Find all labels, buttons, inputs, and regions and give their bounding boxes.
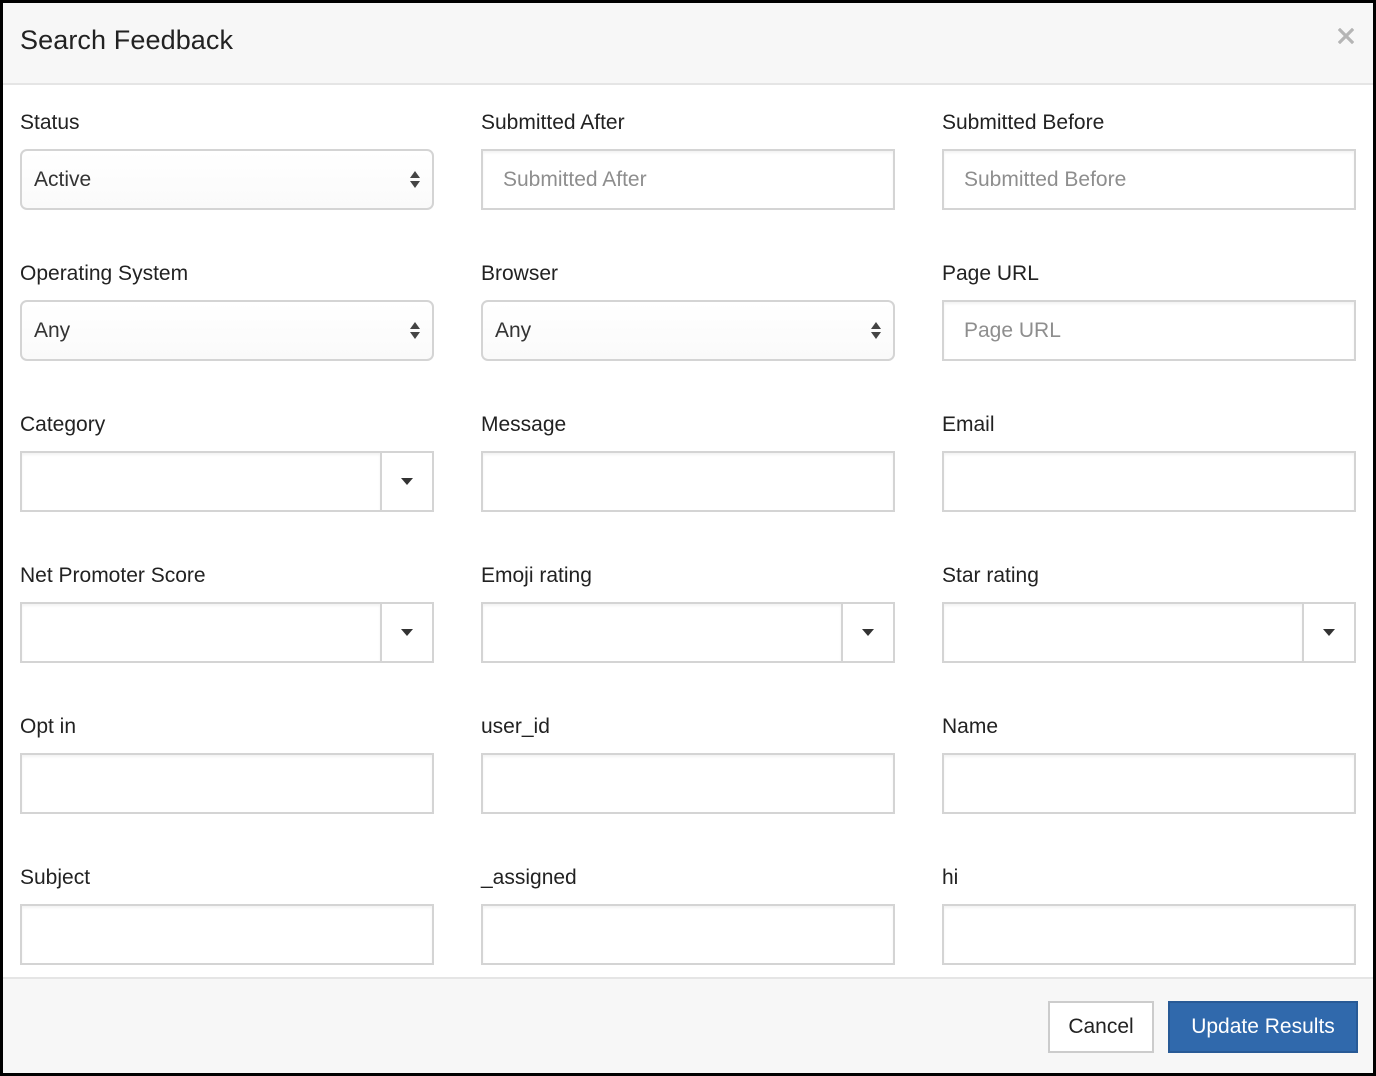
name-input[interactable] — [942, 753, 1356, 814]
browser-select-value: Any — [495, 318, 532, 342]
net-promoter-score-dropdown-toggle[interactable] — [380, 604, 432, 661]
operating-system-label: Operating System — [20, 262, 189, 285]
modal-body: Status Active Submitted After Submitted … — [3, 85, 1373, 977]
modal-footer: Cancel Update Results — [3, 977, 1373, 1073]
submitted-before-input[interactable] — [942, 149, 1356, 210]
browser-select[interactable]: Any — [481, 300, 895, 361]
hi-input[interactable] — [942, 904, 1356, 965]
net-promoter-score-input[interactable] — [22, 604, 380, 661]
emoji-rating-combobox — [481, 602, 895, 663]
email-input[interactable] — [942, 451, 1356, 512]
select-updown-icon — [410, 171, 420, 188]
star-rating-label: Star rating — [942, 564, 1039, 587]
emoji-rating-input[interactable] — [483, 604, 841, 661]
submitted-before-label: Submitted Before — [942, 111, 1105, 134]
net-promoter-score-combobox — [20, 602, 434, 663]
category-combobox — [20, 451, 434, 512]
update-results-button[interactable]: Update Results — [1168, 1001, 1358, 1053]
page-url-label: Page URL — [942, 262, 1039, 285]
close-icon — [1338, 28, 1354, 44]
emoji-rating-label: Emoji rating — [481, 564, 592, 587]
user-id-label: user_id — [481, 715, 550, 738]
submitted-after-input[interactable] — [481, 149, 895, 210]
search-feedback-modal: Search Feedback Status Active Submitted … — [3, 3, 1373, 1073]
subject-label: Subject — [20, 866, 91, 889]
close-button[interactable] — [1333, 23, 1359, 49]
user-id-input[interactable] — [481, 753, 895, 814]
category-label: Category — [20, 413, 106, 436]
page-url-input[interactable] — [942, 300, 1356, 361]
caret-down-icon — [401, 478, 413, 485]
assigned-label: _assigned — [481, 866, 577, 889]
star-rating-dropdown-toggle[interactable] — [1302, 604, 1354, 661]
modal-title: Search Feedback — [20, 25, 234, 55]
assigned-input[interactable] — [481, 904, 895, 965]
emoji-rating-dropdown-toggle[interactable] — [841, 604, 893, 661]
hi-label: hi — [942, 866, 959, 889]
net-promoter-score-label: Net Promoter Score — [20, 564, 206, 587]
star-rating-input[interactable] — [944, 604, 1302, 661]
opt-in-label: Opt in — [20, 715, 77, 738]
name-label: Name — [942, 715, 999, 738]
status-label: Status — [20, 111, 80, 134]
category-input[interactable] — [22, 453, 380, 510]
email-label: Email — [942, 413, 995, 436]
status-select[interactable]: Active — [20, 149, 434, 210]
subject-input[interactable] — [20, 904, 434, 965]
category-dropdown-toggle[interactable] — [380, 453, 432, 510]
star-rating-combobox — [942, 602, 1356, 663]
operating-system-select-value: Any — [34, 318, 71, 342]
caret-down-icon — [401, 629, 413, 636]
status-select-value: Active — [34, 167, 92, 191]
opt-in-input[interactable] — [20, 753, 434, 814]
select-updown-icon — [410, 322, 420, 339]
submitted-after-label: Submitted After — [481, 111, 625, 134]
cancel-button[interactable]: Cancel — [1048, 1001, 1154, 1053]
caret-down-icon — [1323, 629, 1335, 636]
browser-label: Browser — [481, 262, 559, 285]
select-updown-icon — [871, 322, 881, 339]
message-label: Message — [481, 413, 567, 436]
caret-down-icon — [862, 629, 874, 636]
operating-system-select[interactable]: Any — [20, 300, 434, 361]
message-input[interactable] — [481, 451, 895, 512]
modal-header: Search Feedback — [3, 3, 1373, 85]
